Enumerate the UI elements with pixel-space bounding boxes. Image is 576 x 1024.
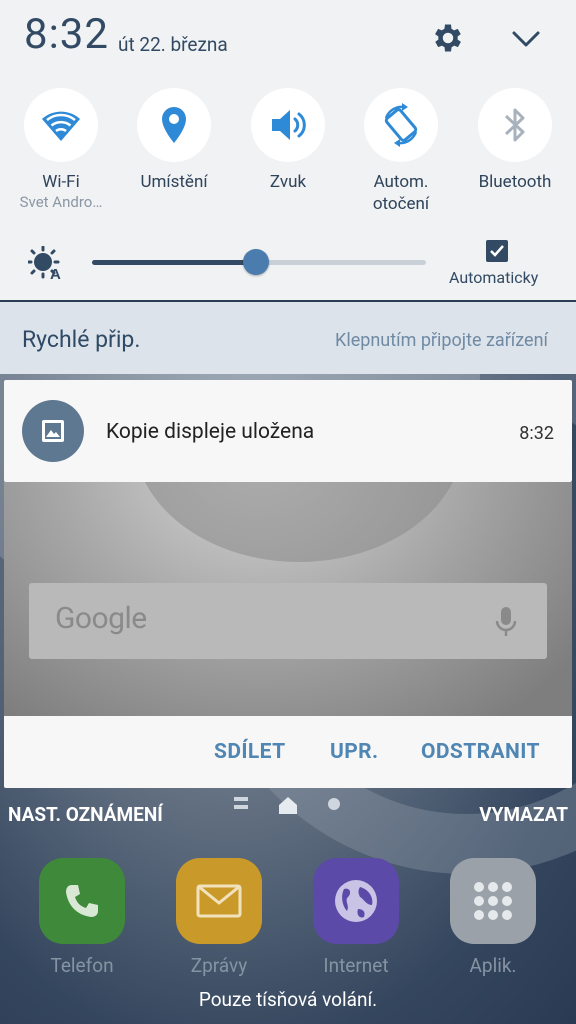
wifi-tile-button[interactable] (24, 88, 98, 162)
settings-gear-icon[interactable] (430, 20, 466, 56)
dock-app-label: Internet (323, 954, 389, 977)
dock-app-messages[interactable]: Zprávy (174, 858, 264, 977)
tile-label-line2: otočení (372, 194, 430, 214)
sound-icon (272, 110, 306, 140)
emergency-calls-only-text: Pouze tísňová volání. (198, 988, 378, 1011)
quick-connect-hint[interactable]: Klepnutím připojte zařízení (335, 330, 548, 351)
messages-icon (196, 884, 242, 918)
auto-rotate-tile-button[interactable] (364, 88, 438, 162)
auto-brightness-label: Automaticky (449, 268, 539, 287)
location-tile-button[interactable] (137, 88, 211, 162)
tile-label: Zvuk (269, 172, 307, 192)
clear-all-button[interactable]: VYMAZAT (479, 803, 568, 826)
date: út 22. března (118, 33, 228, 56)
delete-button[interactable]: ODSTRANIT (421, 740, 540, 764)
screenshot-notification-icon (22, 400, 84, 462)
quick-connect-bar[interactable]: Rychlé přip. Klepnutím připojte zařízení (0, 302, 576, 374)
wifi-icon (42, 111, 80, 141)
dock-app-label: Zprávy (190, 954, 248, 977)
brightness-slider-thumb[interactable] (242, 249, 269, 275)
tile-label: Autom. (373, 172, 429, 192)
tile-sublabel: Svet Andro… (19, 193, 103, 211)
apps-app-icon[interactable] (450, 858, 536, 944)
brightness-slider-fill (92, 260, 256, 265)
preview-google-search-bar: Google (29, 583, 547, 659)
screenshot-preview[interactable]: Google (4, 482, 572, 716)
apps-icon (474, 882, 512, 920)
chevron-down-icon[interactable] (508, 24, 544, 54)
dock-app-label: Telefon (50, 954, 114, 977)
home-page-indicator (234, 797, 340, 814)
notification-title: Kopie displeje uložena (106, 420, 315, 444)
image-icon (42, 420, 64, 442)
auto-rotate-icon (384, 103, 418, 147)
bluetooth-icon (504, 108, 525, 142)
tile-auto-rotate[interactable]: Autom. otočení (336, 88, 466, 215)
brightness-auto-icon: A (28, 246, 61, 280)
phone-icon (66, 885, 98, 917)
edit-button[interactable]: UPR. (330, 740, 379, 764)
dock-app-phone[interactable]: Telefon (37, 858, 127, 977)
tile-label: Wi-Fi (42, 172, 80, 192)
auto-brightness-checkbox[interactable] (486, 240, 508, 262)
phone-app-icon[interactable] (39, 858, 125, 944)
google-logo: Google (55, 601, 147, 636)
quick-panel: 8:32 út 22. března Wi-Fi Svet Andro… Umí… (0, 0, 576, 300)
internet-icon (335, 880, 377, 922)
notification-settings-button[interactable]: NAST. OZNÁMENÍ (8, 803, 163, 826)
checkmark-icon (490, 245, 504, 257)
microphone-icon (495, 607, 517, 636)
quick-connect-title: Rychlé přip. (22, 326, 141, 353)
notification-time: 8:32 (519, 423, 554, 444)
messages-app-icon[interactable] (176, 858, 262, 944)
share-button[interactable]: SDÍLET (214, 740, 286, 764)
tile-label: Bluetooth (478, 172, 552, 192)
dock-app-label: Aplik. (469, 954, 517, 977)
preview-wallpaper-arc (134, 482, 464, 562)
svg-text:A: A (50, 266, 61, 280)
internet-app-icon[interactable] (313, 858, 399, 944)
sound-tile-button[interactable] (251, 88, 325, 162)
tile-wifi[interactable]: Wi-Fi Svet Andro… (0, 88, 126, 211)
tile-sound[interactable]: Zvuk (223, 88, 353, 193)
clock: 8:32 (24, 10, 109, 59)
location-icon (162, 107, 186, 143)
notification-actions: SDÍLET UPR. ODSTRANIT (4, 716, 572, 788)
tile-bluetooth[interactable]: Bluetooth (450, 88, 576, 193)
bluetooth-tile-button[interactable] (478, 88, 552, 162)
dock-app-internet[interactable]: Internet (311, 858, 401, 977)
tile-label: Umístění (140, 172, 208, 192)
tile-location[interactable]: Umístění (109, 88, 239, 193)
dock-app-apps[interactable]: Aplik. (448, 858, 538, 977)
